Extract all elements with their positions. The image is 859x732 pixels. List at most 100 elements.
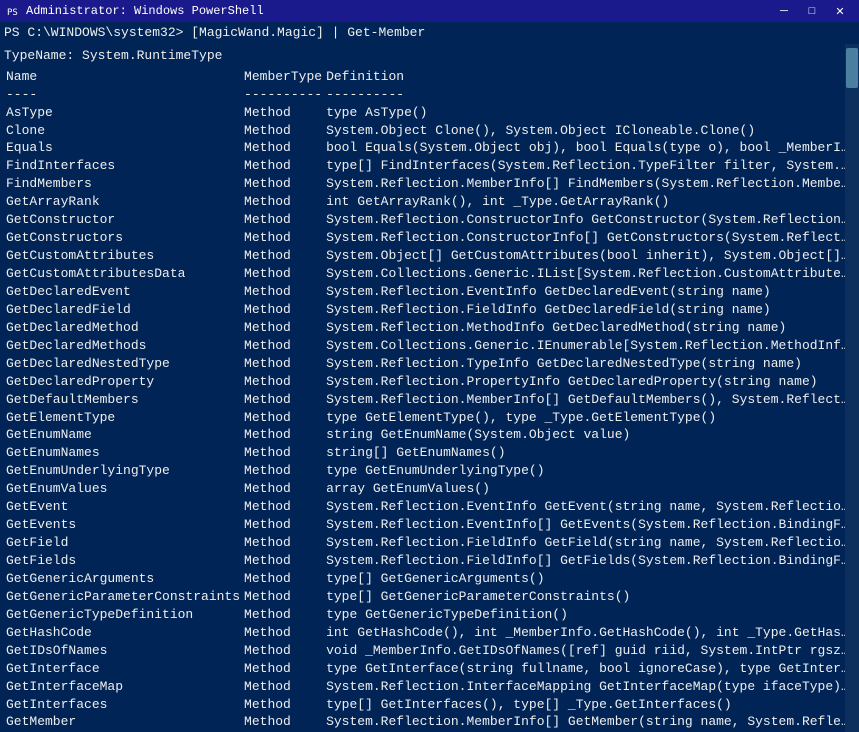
cell-def: type GetEnumUnderlyingType() xyxy=(324,462,855,480)
cell-type: Method xyxy=(242,373,324,391)
table-row: GetGenericArgumentsMethodtype[] GetGener… xyxy=(4,570,855,588)
col-sep-def: ---------- xyxy=(324,86,855,104)
cell-name: AsType xyxy=(4,104,242,122)
table-row: GetDeclaredNestedTypeMethodSystem.Reflec… xyxy=(4,355,855,373)
cell-def: type[] GetGenericArguments() xyxy=(324,570,855,588)
cell-type: Method xyxy=(242,588,324,606)
cell-def: string[] GetEnumNames() xyxy=(324,444,855,462)
table-row: GetHashCodeMethodint GetHashCode(), int … xyxy=(4,624,855,642)
table-separator-row: ---- ---------- ---------- xyxy=(4,86,855,104)
cell-def: type AsType() xyxy=(324,104,855,122)
table-row: GetEnumNameMethodstring GetEnumName(Syst… xyxy=(4,426,855,444)
cell-def: bool Equals(System.Object obj), bool Equ… xyxy=(324,139,855,157)
cell-name: GetGenericArguments xyxy=(4,570,242,588)
cell-def: type GetInterface(string fullname, bool … xyxy=(324,660,855,678)
cell-type: Method xyxy=(242,498,324,516)
table-row: FindInterfacesMethodtype[] FindInterface… xyxy=(4,157,855,175)
table-row: EqualsMethodbool Equals(System.Object ob… xyxy=(4,139,855,157)
minimize-button[interactable]: ─ xyxy=(771,2,797,20)
col-header-type: MemberType xyxy=(242,68,324,86)
cell-type: Method xyxy=(242,104,324,122)
cell-type: Method xyxy=(242,247,324,265)
cell-def: type GetGenericTypeDefinition() xyxy=(324,606,855,624)
cell-def: System.Collections.Generic.IEnumerable[S… xyxy=(324,337,855,355)
table-row: GetFieldMethodSystem.Reflection.FieldInf… xyxy=(4,534,855,552)
table-row: CloneMethodSystem.Object Clone(), System… xyxy=(4,122,855,140)
cell-type: Method xyxy=(242,391,324,409)
cell-name: GetGenericParameterConstraints xyxy=(4,588,242,606)
cell-type: Method xyxy=(242,211,324,229)
cell-def: System.Object[] GetCustomAttributes(bool… xyxy=(324,247,855,265)
cell-type: Method xyxy=(242,678,324,696)
scrollbar[interactable] xyxy=(845,44,859,732)
table-row: GetDeclaredMethodMethodSystem.Reflection… xyxy=(4,319,855,337)
cell-name: GetCustomAttributesData xyxy=(4,265,242,283)
cell-name: GetDeclaredNestedType xyxy=(4,355,242,373)
cell-name: GetInterfaceMap xyxy=(4,678,242,696)
title-bar-title: Administrator: Windows PowerShell xyxy=(26,4,264,18)
cell-name: GetCustomAttributes xyxy=(4,247,242,265)
table-row: GetEnumValuesMethodarray GetEnumValues() xyxy=(4,480,855,498)
table-row: GetEnumUnderlyingTypeMethodtype GetEnumU… xyxy=(4,462,855,480)
maximize-button[interactable]: □ xyxy=(799,2,825,20)
powershell-icon: PS xyxy=(6,4,20,18)
cell-type: Method xyxy=(242,534,324,552)
cell-def: void _MemberInfo.GetIDsOfNames([ref] gui… xyxy=(324,642,855,660)
cell-def: System.Reflection.FieldInfo GetField(str… xyxy=(324,534,855,552)
cell-type: Method xyxy=(242,624,324,642)
cell-def: System.Reflection.FieldInfo GetDeclaredF… xyxy=(324,301,855,319)
cell-name: GetConstructors xyxy=(4,229,242,247)
table-row: GetDeclaredFieldMethodSystem.Reflection.… xyxy=(4,301,855,319)
table-row: GetConstructorsMethodSystem.Reflection.C… xyxy=(4,229,855,247)
cell-name: GetEnumNames xyxy=(4,444,242,462)
cell-def: int GetHashCode(), int _MemberInfo.GetHa… xyxy=(324,624,855,642)
cell-def: System.Reflection.MemberInfo[] FindMembe… xyxy=(324,175,855,193)
table-row: AsTypeMethodtype AsType() xyxy=(4,104,855,122)
table-row: GetEnumNamesMethodstring[] GetEnumNames(… xyxy=(4,444,855,462)
cell-def: System.Object Clone(), System.Object ICl… xyxy=(324,122,855,140)
cell-type: Method xyxy=(242,660,324,678)
cell-type: Method xyxy=(242,480,324,498)
prompt-line: PS C:\WINDOWS\system32> [MagicWand.Magic… xyxy=(4,24,855,42)
cell-name: Clone xyxy=(4,122,242,140)
cell-name: GetDeclaredField xyxy=(4,301,242,319)
table-row: GetGenericTypeDefinitionMethodtype GetGe… xyxy=(4,606,855,624)
cell-type: Method xyxy=(242,229,324,247)
cell-name: GetMember xyxy=(4,713,242,731)
table-row: GetCustomAttributesDataMethodSystem.Coll… xyxy=(4,265,855,283)
cell-type: Method xyxy=(242,462,324,480)
table-row: GetDeclaredMethodsMethodSystem.Collectio… xyxy=(4,337,855,355)
cell-name: Equals xyxy=(4,139,242,157)
table-row: GetMemberMethodSystem.Reflection.MemberI… xyxy=(4,713,855,731)
col-sep-name: ---- xyxy=(4,86,242,104)
cell-name: GetArrayRank xyxy=(4,193,242,211)
table-row: GetInterfaceMapMethodSystem.Reflection.I… xyxy=(4,678,855,696)
table-row: GetInterfaceMethodtype GetInterface(stri… xyxy=(4,660,855,678)
table-row: GetArrayRankMethodint GetArrayRank(), in… xyxy=(4,193,855,211)
cell-type: Method xyxy=(242,157,324,175)
title-bar-left: PS Administrator: Windows PowerShell xyxy=(6,4,264,18)
close-button[interactable]: ✕ xyxy=(827,2,853,20)
cell-type: Method xyxy=(242,606,324,624)
cell-type: Method xyxy=(242,444,324,462)
cell-type: Method xyxy=(242,319,324,337)
scrollbar-thumb[interactable] xyxy=(846,48,858,88)
table-row: GetGenericParameterConstraintsMethodtype… xyxy=(4,588,855,606)
cell-def: System.Reflection.MethodInfo GetDeclared… xyxy=(324,319,855,337)
cell-def: System.Reflection.TypeInfo GetDeclaredNe… xyxy=(324,355,855,373)
cell-type: Method xyxy=(242,283,324,301)
typename-line: TypeName: System.RuntimeType xyxy=(4,46,855,66)
cell-type: Method xyxy=(242,570,324,588)
cell-name: GetField xyxy=(4,534,242,552)
table-row: GetEventsMethodSystem.Reflection.EventIn… xyxy=(4,516,855,534)
table-header-row: Name MemberType Definition xyxy=(4,68,855,86)
title-bar: PS Administrator: Windows PowerShell ─ □… xyxy=(0,0,859,22)
table-body: AsTypeMethodtype AsType()CloneMethodSyst… xyxy=(4,104,855,732)
col-sep-type: ---------- xyxy=(242,86,324,104)
cell-name: GetEnumUnderlyingType xyxy=(4,462,242,480)
cell-type: Method xyxy=(242,175,324,193)
col-header-name: Name xyxy=(4,68,242,86)
cell-name: GetEvent xyxy=(4,498,242,516)
cell-type: Method xyxy=(242,355,324,373)
cell-def: System.Reflection.MemberInfo[] GetMember… xyxy=(324,713,855,731)
